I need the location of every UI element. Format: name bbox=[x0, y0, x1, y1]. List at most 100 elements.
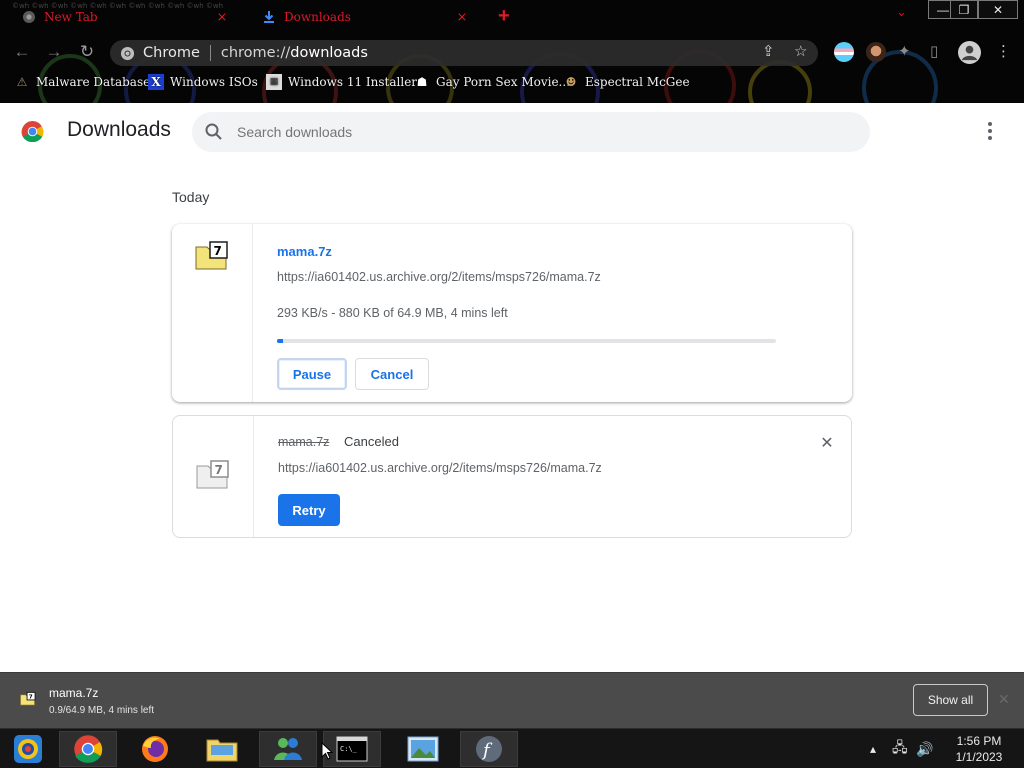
download-shelf: 7 mama.7z 0.9/64.9 MB, 4 mins left Show … bbox=[0, 672, 1024, 728]
clock-time: 1:56 PM bbox=[956, 734, 1002, 748]
file-icon-column: 7 bbox=[172, 224, 253, 402]
site-info-chip[interactable]: Chrome bbox=[120, 45, 200, 61]
bookmark-label: Espectral McGee bbox=[585, 75, 690, 89]
start-orb-icon bbox=[14, 735, 42, 763]
taskbar: C:\_ f ▴ 🖧 🔊 1:56 PM 1/1/2023 bbox=[0, 728, 1024, 768]
messenger-icon bbox=[274, 738, 302, 760]
new-tab-button[interactable]: + bbox=[498, 6, 510, 26]
folder-icon bbox=[206, 739, 238, 762]
shelf-file-name: mama.7z bbox=[49, 686, 99, 700]
mouse-cursor-icon bbox=[321, 742, 333, 760]
profile-avatar-icon[interactable] bbox=[958, 41, 981, 64]
svg-text:7: 7 bbox=[215, 463, 223, 477]
network-icon[interactable]: 🖧 bbox=[892, 729, 908, 768]
chrome-icon bbox=[23, 11, 35, 23]
pause-button[interactable]: Pause bbox=[277, 358, 347, 390]
maximize-button[interactable]: ❐ bbox=[950, 0, 978, 19]
bookmark-icon: ⚠ bbox=[16, 75, 28, 89]
tab-title: Downloads bbox=[284, 10, 351, 24]
system-clock[interactable]: 1:56 PM 1/1/2023 bbox=[944, 733, 1014, 765]
site-name: Chrome bbox=[143, 45, 200, 61]
bookmark-espectral-mcgee[interactable]: ☻ Espectral McGee bbox=[563, 74, 690, 90]
show-all-button[interactable]: Show all bbox=[913, 684, 988, 716]
file-icon-column: 7 bbox=[173, 416, 254, 537]
date-group-label: Today bbox=[172, 189, 210, 205]
chrome-icon bbox=[120, 46, 135, 60]
more-actions-menu-icon[interactable] bbox=[978, 119, 1002, 143]
shelf-download-item[interactable]: 7 mama.7z 0.9/64.9 MB, 4 mins left bbox=[14, 683, 234, 719]
bookmark-label: Malware Database bbox=[36, 75, 151, 89]
clock-date: 1/1/2023 bbox=[955, 750, 1003, 764]
chrome-icon bbox=[74, 735, 103, 763]
bookmark-gay-porn-sex-movie[interactable]: ☗ Gay Porn Sex Movie... bbox=[414, 74, 570, 90]
browser-frame: ©wh ©wh ©wh ©wh ©wh ©wh ©wh ©wh ©wh ©wh … bbox=[0, 0, 1024, 103]
image-icon: ▦ bbox=[266, 74, 282, 90]
extensions-puzzle-icon[interactable]: ✦ bbox=[898, 42, 911, 60]
search-input[interactable] bbox=[237, 124, 837, 140]
tab-close-button[interactable]: × bbox=[454, 10, 470, 25]
taskbar-flash-button[interactable]: f bbox=[460, 731, 518, 767]
flash-icon: f bbox=[476, 736, 502, 762]
tab-search-chevron-icon[interactable]: ⌄ bbox=[896, 4, 907, 20]
cat-icon: ☻ bbox=[565, 75, 577, 89]
extension-avatar-icon[interactable] bbox=[866, 42, 886, 62]
browser-menu-icon[interactable]: ⋮ bbox=[996, 42, 1011, 60]
bookmark-malware-database[interactable]: ⚠ Malware Database bbox=[14, 74, 151, 90]
back-arrow-icon[interactable]: ← bbox=[10, 40, 34, 64]
tab-downloads[interactable]: Downloads × bbox=[252, 3, 484, 31]
extension-flag-icon[interactable] bbox=[834, 42, 854, 62]
tab-new-tab[interactable]: New Tab × bbox=[12, 3, 244, 31]
svg-text:C:\_: C:\_ bbox=[340, 745, 358, 753]
tab-title: New Tab bbox=[44, 10, 98, 24]
close-window-button[interactable]: ✕ bbox=[978, 0, 1018, 19]
firefox-icon bbox=[142, 736, 168, 762]
source-url[interactable]: https://ia601402.us.archive.org/2/items/… bbox=[277, 270, 601, 284]
url-text[interactable]: chrome://downloads bbox=[221, 45, 368, 61]
omnibox-separator bbox=[209, 45, 211, 61]
page-title: Downloads bbox=[67, 118, 171, 141]
x-icon: X bbox=[148, 74, 164, 90]
taskbar-firefox-button[interactable] bbox=[126, 731, 184, 767]
svg-text:7: 7 bbox=[29, 695, 33, 701]
7z-archive-icon: 7 bbox=[195, 241, 228, 270]
downloads-page: Downloads Today 7 mama.7z https:/ bbox=[0, 103, 1024, 672]
search-downloads-box[interactable] bbox=[192, 112, 870, 152]
7z-archive-icon: 7 bbox=[20, 691, 36, 706]
taskbar-photo-viewer-button[interactable] bbox=[394, 731, 452, 767]
chrome-logo-icon bbox=[21, 120, 44, 143]
bookmark-star-icon[interactable]: ☆ bbox=[794, 42, 807, 60]
bookmark-label: Windows 11 Installer bbox=[288, 75, 418, 89]
tab-close-button[interactable]: × bbox=[214, 10, 230, 25]
file-name-link[interactable]: mama.7z bbox=[277, 244, 332, 259]
bookmark-label: Windows ISOs bbox=[170, 75, 258, 89]
svg-text:7: 7 bbox=[214, 244, 222, 258]
photo-viewer-icon bbox=[407, 736, 439, 762]
reload-icon[interactable]: ↻ bbox=[75, 40, 99, 64]
side-panel-icon[interactable]: ▯ bbox=[930, 42, 938, 60]
volume-icon[interactable]: 🔊 bbox=[916, 729, 933, 768]
bookmark-windows-11-installer[interactable]: ▦ Windows 11 Installer bbox=[266, 74, 417, 90]
download-icon bbox=[264, 11, 274, 23]
remove-from-list-close-icon[interactable]: ✕ bbox=[817, 433, 837, 453]
share-icon[interactable]: ⇪ bbox=[762, 42, 775, 60]
close-shelf-icon[interactable]: ✕ bbox=[998, 691, 1010, 708]
search-icon bbox=[205, 123, 222, 140]
source-url[interactable]: https://ia601402.us.archive.org/2/items/… bbox=[278, 461, 602, 475]
start-button[interactable] bbox=[4, 731, 52, 767]
bookmark-windows-isos[interactable]: X Windows ISOs bbox=[148, 74, 258, 90]
taskbar-chrome-button[interactable] bbox=[59, 731, 117, 767]
tray-overflow-chevron-icon[interactable]: ▴ bbox=[870, 729, 876, 768]
download-item-canceled: 7 mama.7z Canceled https://ia601402.us.a… bbox=[172, 415, 852, 538]
screen: ©wh ©wh ©wh ©wh ©wh ©wh ©wh ©wh ©wh ©wh … bbox=[0, 0, 1024, 768]
taskbar-messenger-button[interactable] bbox=[259, 731, 317, 767]
file-name: mama.7z bbox=[278, 435, 330, 449]
bookmark-label: Gay Porn Sex Movie... bbox=[436, 75, 571, 89]
cancel-button[interactable]: Cancel bbox=[355, 358, 429, 390]
retry-button[interactable]: Retry bbox=[278, 494, 340, 526]
address-bar[interactable]: Chrome chrome://downloads bbox=[110, 40, 818, 66]
figure-icon: ☗ bbox=[416, 75, 428, 89]
taskbar-file-explorer-button[interactable] bbox=[193, 731, 251, 767]
forward-arrow-icon[interactable]: → bbox=[42, 40, 66, 64]
command-prompt-icon: C:\_ bbox=[336, 736, 368, 762]
page-header: Downloads bbox=[0, 103, 1024, 159]
